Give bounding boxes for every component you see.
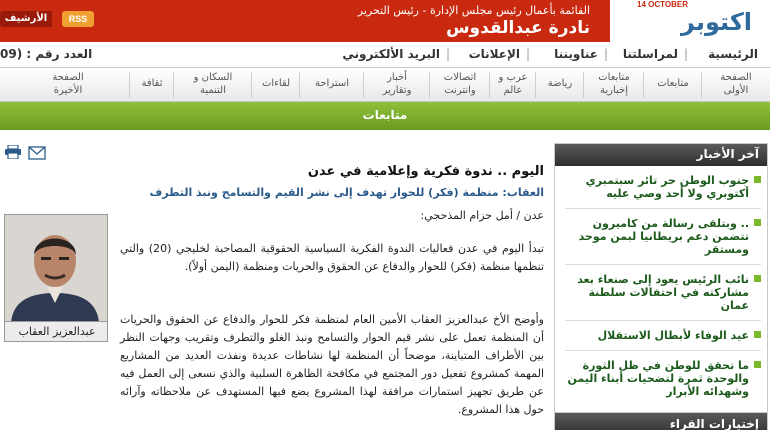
nav-divider (535, 72, 536, 98)
site-logo[interactable]: 14 OCTOBER اكتوبر (610, 0, 770, 42)
author-photo: عبدالعزيز العقاب (4, 214, 108, 342)
top-link-email[interactable]: البريد الألكتروني (342, 47, 440, 61)
latest-news-list: جنوب الوطن حر تائر سبتمبري أكتوبري ولا أ… (565, 174, 761, 406)
bullet-icon (754, 361, 761, 368)
nav-break[interactable]: استراحة (304, 77, 360, 90)
editor-name: نادرة عبدالقدوس (446, 18, 590, 38)
nav-divider (363, 72, 364, 98)
news-item[interactable]: .. وبتلقى رسالة من كاميرون تتضمن دعم بري… (565, 217, 761, 256)
nav-divider (643, 72, 644, 98)
news-item[interactable]: عيد الوفاء لأبطال الاستقلال (565, 329, 761, 342)
site-header: 14 OCTOBER اكتوبر القائمة بأعمال رئيس مج… (0, 0, 770, 42)
news-item-text: نائب الرئيس يعود إلى صنعاء بعد مشاركته ف… (577, 273, 749, 312)
nav-telecom-internet[interactable]: اتصالات وانترنت (434, 71, 486, 97)
nav-divider (583, 72, 584, 98)
top-links-bar: الرئيسية | لمراسلتنا | عناويننا | الإعلا… (0, 42, 770, 68)
nav-divider (429, 72, 430, 98)
nav-label: الأولى (723, 85, 749, 96)
top-link-separator: | (603, 47, 608, 61)
bullet-icon (754, 176, 761, 183)
news-divider (565, 350, 761, 351)
article-subtitle: العقاب: منظمة (فكر) للحوار تهدف إلى نشر … (149, 186, 545, 199)
section-title: متابعات (362, 108, 408, 122)
nav-back-page[interactable]: الصفحة الأخيرة (10, 71, 126, 97)
news-item[interactable]: نائب الرئيس يعود إلى صنعاء بعد مشاركته ف… (565, 273, 761, 312)
nav-label: الأخيرة (53, 85, 83, 96)
nav-label: السكان و (193, 72, 233, 83)
nav-label: إخبارية (600, 85, 628, 96)
top-link-separator: | (683, 47, 688, 61)
latest-news-title: آخر الأخبار (555, 144, 767, 166)
nav-label: الصفحة (720, 72, 752, 83)
nav-label: وتقارير (382, 85, 412, 96)
article-byline: عدن / أمل حزام المذحجي: (420, 209, 544, 222)
bullet-icon (754, 275, 761, 282)
editor-title: القائمة بأعمال رئيس مجلس الإدارة - رئيس … (357, 4, 590, 17)
nav-label: رياضة (547, 78, 573, 89)
section-title-bar: متابعات (0, 102, 770, 130)
main-navigation: الصفحة الأولى متابعات متابعات إخبارية ري… (0, 68, 770, 102)
news-divider (565, 264, 761, 265)
latest-news-box: آخر الأخبار جنوب الوطن حر تائر سبتمبري أ… (554, 143, 768, 423)
nav-label: متابعات (657, 78, 689, 89)
nav-divider (701, 72, 702, 98)
news-item-text: جنوب الوطن حر تائر سبتمبري أكتوبري ولا أ… (585, 174, 749, 200)
top-link-ads[interactable]: الإعلانات (469, 47, 520, 61)
nav-divider (251, 72, 252, 98)
news-item[interactable]: جنوب الوطن حر تائر سبتمبري أكتوبري ولا أ… (565, 174, 761, 200)
nav-front-page[interactable]: الصفحة الأولى (706, 71, 766, 97)
news-divider (565, 208, 761, 209)
bullet-icon (754, 219, 761, 226)
archive-button[interactable]: الأرشيف (0, 11, 52, 27)
nav-label: اتصالات (443, 72, 477, 83)
news-item[interactable]: ما تحقق للوطن في ظل الثورة والوحدة ثمرة … (565, 359, 761, 398)
top-link-separator: | (525, 47, 530, 61)
nav-label: التنمية (199, 85, 227, 96)
photo-caption: عبدالعزيز العقاب (5, 321, 107, 341)
news-item-text: .. وبتلقى رسالة من كاميرون تتضمن دعم بري… (578, 217, 749, 256)
top-link-home[interactable]: الرئيسية (708, 47, 758, 61)
nav-label: وانترنت (444, 85, 476, 96)
readers-choice-title: إختيارات القراء (669, 417, 759, 430)
nav-arab-world[interactable]: عرب و عالم (494, 71, 532, 97)
bullet-icon (754, 331, 761, 338)
rss-button[interactable]: RSS (62, 11, 94, 27)
top-link-separator: | (445, 47, 450, 61)
article-title: اليوم .. ندوة فكرية وإعلامية في عدن (307, 164, 544, 179)
nav-label: متابعات (598, 72, 630, 83)
nav-label: عالم (503, 85, 523, 96)
nav-follow-ups[interactable]: متابعات (648, 77, 698, 90)
nav-sports[interactable]: رياضة (540, 77, 580, 90)
article-paragraph: وأوضح الأخ عبدالعزيز العقاب الأمين العام… (120, 313, 544, 416)
nav-label: أخبار (387, 72, 407, 83)
news-divider (565, 320, 761, 321)
nav-culture[interactable]: ثقافة (134, 77, 170, 90)
nav-divider (489, 72, 490, 98)
nav-label: ثقافة (141, 78, 163, 89)
email-icon[interactable] (28, 146, 46, 160)
logo-text: اكتوبر (681, 8, 752, 36)
nav-divider (129, 72, 130, 98)
nav-label: استراحة (314, 78, 349, 89)
news-item-text: عيد الوفاء لأبطال الاستقلال (597, 329, 749, 342)
nav-label: الصفحة (52, 72, 84, 83)
person-photo-icon (5, 215, 107, 323)
readers-choice-box: إختيارات القراء (554, 412, 768, 430)
top-link-addresses[interactable]: عناويننا (554, 47, 598, 61)
top-link-contact[interactable]: لمراسلتنا (623, 47, 678, 61)
article-paragraph: تبدأ اليوم في عدن فعاليات الندوة الفكرية… (120, 242, 544, 273)
issue-number: العدد رقم : (09 (0, 47, 93, 61)
nav-news-follow-ups[interactable]: متابعات إخبارية (588, 71, 640, 97)
nav-label: عرب و (498, 72, 528, 83)
nav-interviews[interactable]: لقاءات (256, 77, 296, 90)
nav-news-reports[interactable]: أخبار وتقارير (368, 71, 426, 97)
nav-label: لقاءات (261, 78, 291, 89)
nav-divider (173, 72, 174, 98)
print-icon[interactable] (4, 145, 22, 159)
nav-divider (299, 72, 300, 98)
news-item-text: ما تحقق للوطن في ظل الثورة والوحدة ثمرة … (567, 359, 749, 398)
nav-population-development[interactable]: السكان و التنمية (178, 71, 248, 97)
